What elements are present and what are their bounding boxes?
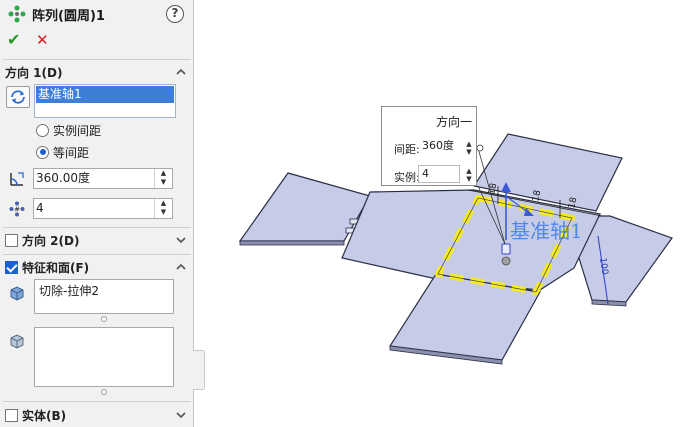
instance-spacing-option[interactable]: 实例间距 [36,122,101,138]
pattern-axis-item[interactable]: 基准轴1 [36,86,174,103]
spin-down-icon[interactable]: ▼ [155,208,172,217]
divider [3,59,191,60]
dimension-label[interactable]: 18 [531,189,543,203]
rotate-arrows-icon [11,90,25,104]
callout-count-value[interactable]: 4 [418,165,460,183]
bodies-header[interactable]: 实体(B) [0,404,194,426]
pattern-axis-selection-box[interactable]: 基准轴1 [34,84,176,118]
chevron-up-icon[interactable] [174,260,188,274]
equal-spacing-radio[interactable] [36,145,49,159]
divider [3,401,191,402]
features-header[interactable]: 特征和面(F) [0,256,194,278]
feature-cube-icon [10,286,24,301]
reverse-direction-button[interactable] [6,86,30,108]
direction2-header[interactable]: 方向 2(D) [0,229,194,251]
instance-count-input[interactable]: 4 ▲ ▼ [33,198,173,219]
cancel-button[interactable]: ✕ [36,31,49,49]
divider [3,227,191,228]
axis-label[interactable]: 基准轴1 [510,219,583,243]
instance-spacing-label: 实例间距 [53,123,102,138]
svg-text:#: # [14,206,20,214]
dimension-label[interactable]: 18 [487,182,499,196]
direction2-label: 方向 2(D) [22,233,80,248]
ok-button[interactable]: ✔ [7,31,20,49]
resize-grip[interactable] [101,389,107,395]
feature-title: 阵列(圆周)1 [8,4,105,24]
features-list[interactable]: 切除-拉伸2 [34,279,174,314]
features-checkbox[interactable] [5,260,18,274]
direction2-checkbox[interactable] [5,233,18,247]
callout-title: 方向一 [435,115,472,129]
instance-count-value: 4 [36,201,44,215]
callout-spacing-value[interactable]: 360度 [422,138,460,156]
direction1-header[interactable]: 方向 1(D) [0,61,194,83]
spin-down-icon[interactable]: ▼ [155,178,172,187]
resize-grip[interactable] [101,316,107,322]
angle-icon [10,172,24,186]
angle-value: 360.00度 [36,171,90,185]
count-spinner[interactable]: ▲ ▼ [154,199,172,218]
circular-pattern-icon [8,5,26,23]
features-label: 特征和面(F) [22,260,90,275]
direction1-label: 方向 1(D) [5,65,63,80]
chevron-up-icon[interactable] [174,65,188,79]
angle-input[interactable]: 360.00度 ▲ ▼ [33,168,173,189]
property-manager: 阵列(圆周)1 ? ✔ ✕ 方向 1(D) 基准轴1 实例间距 等间距 360.… [0,0,194,427]
equal-spacing-label: 等间距 [53,145,90,160]
angle-spinner[interactable]: ▲ ▼ [154,169,172,188]
spin-up-icon[interactable]: ▲ [155,169,172,178]
chevron-down-icon[interactable] [174,233,188,247]
callout-count-label: 实例: [394,171,420,184]
spin-up-icon[interactable]: ▲ [155,199,172,208]
pivot-point-icon[interactable] [501,256,511,266]
direction-callout: 方向一 间距: 360度 ▲ ▼ 实例: 4 ▲ ▼ [381,106,477,186]
divider [3,254,191,255]
manipulator-handle-icon[interactable] [501,243,511,255]
left-plate-edge [239,240,345,246]
face-icon [10,334,24,349]
graphics-viewport[interactable]: 18 18 18 100 基准轴1 [195,0,700,427]
instance-count-icon: # [9,201,25,217]
page-title: 阵列(圆周)1 [32,8,105,24]
equal-spacing-option[interactable]: 等间距 [36,144,89,160]
bodies-checkbox[interactable] [5,408,18,422]
callout-spacing-label: 间距: [394,143,420,156]
faces-list[interactable] [34,327,174,387]
callout-spacing-spinner[interactable]: ▲ ▼ [463,140,475,156]
instance-spacing-radio[interactable] [36,123,49,137]
list-item[interactable]: 切除-拉伸2 [39,283,169,299]
help-button[interactable]: ? [166,5,184,23]
chevron-down-icon[interactable] [174,408,188,422]
bodies-label: 实体(B) [22,408,67,423]
callout-count-spinner[interactable]: ▲ ▼ [463,167,475,183]
leader-anchor-icon [476,144,484,152]
